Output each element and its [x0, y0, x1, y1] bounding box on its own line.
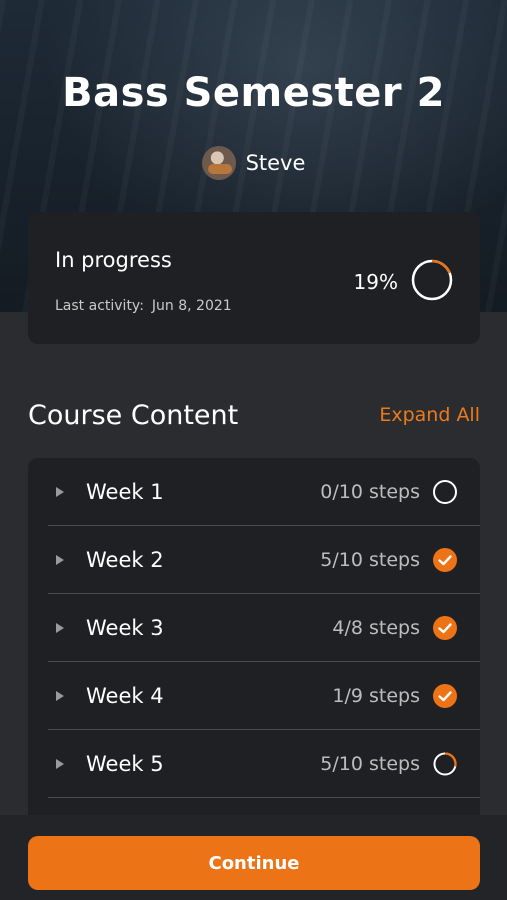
- author-name: Steve: [245, 151, 306, 175]
- week-steps: 0/10 steps: [320, 480, 420, 503]
- week-label: Week 2: [86, 547, 164, 572]
- week-steps: 5/10 steps: [320, 548, 420, 571]
- course-title: Bass Semester 2: [62, 70, 445, 116]
- expand-caret-icon: [56, 758, 64, 769]
- status-empty-circle-icon: [433, 479, 457, 504]
- progress-percent: 19%: [353, 270, 398, 294]
- progress-card: In progress Last activity: Jun 8, 2021 1…: [28, 212, 480, 344]
- expand-caret-icon: [56, 486, 64, 497]
- week-row[interactable]: Week 1 0/10 steps: [48, 458, 480, 526]
- week-row[interactable]: Week 4 1/9 steps: [48, 662, 480, 730]
- author-avatar: [201, 146, 236, 180]
- checkmark-circle-icon: [433, 683, 457, 708]
- week-row[interactable]: Week 3 4/8 steps: [48, 594, 480, 662]
- week-label: Week 4: [86, 683, 164, 708]
- last-activity: Last activity: Jun 8, 2021: [55, 298, 232, 314]
- week-steps: 1/9 steps: [332, 684, 420, 707]
- partial-progress-circle-icon: [433, 751, 457, 775]
- last-activity-date: Jun 8, 2021: [151, 298, 232, 314]
- expand-caret-icon: [56, 622, 64, 633]
- expand-caret-icon: [56, 690, 64, 701]
- week-steps: 4/8 steps: [332, 616, 420, 639]
- course-content-header: Course Content Expand All: [28, 400, 480, 440]
- expand-caret-icon: [56, 554, 64, 565]
- expand-all-link[interactable]: Expand All: [379, 404, 480, 426]
- checkmark-circle-icon: [433, 547, 457, 572]
- course-author[interactable]: Steve: [0, 146, 507, 180]
- last-activity-label: Last activity:: [55, 298, 144, 314]
- course-content-title: Course Content: [28, 400, 239, 431]
- progress-ring-icon: [411, 259, 453, 301]
- continue-button[interactable]: Continue: [28, 836, 480, 890]
- weeks-list: Week 1 0/10 steps Week 2 5/10 steps Week…: [28, 458, 480, 858]
- week-row[interactable]: Week 2 5/10 steps: [48, 526, 480, 594]
- checkmark-circle-icon: [433, 615, 457, 640]
- week-row[interactable]: Week 5 5/10 steps: [48, 730, 480, 798]
- week-steps: 5/10 steps: [320, 752, 420, 775]
- week-label: Week 3: [86, 615, 164, 640]
- week-label: Week 5: [86, 751, 164, 776]
- week-label: Week 1: [86, 479, 164, 504]
- progress-status: In progress: [55, 248, 172, 272]
